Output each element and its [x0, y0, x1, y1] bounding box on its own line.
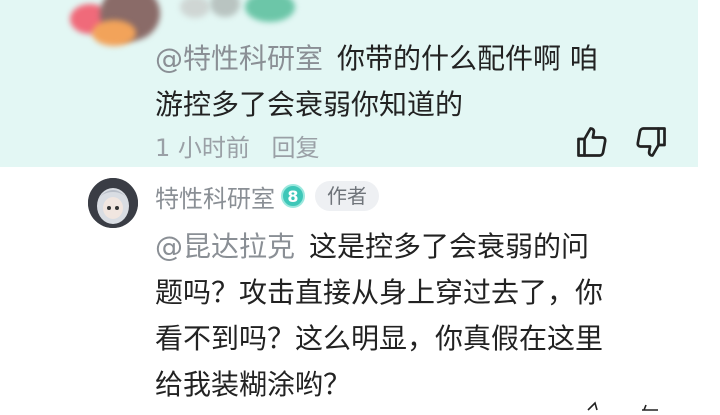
- timestamp: 1 小时前: [155, 134, 250, 162]
- reply-button[interactable]: 回复: [272, 134, 320, 162]
- comment-text-line: 这是控多了会衰弱的问: [309, 230, 590, 263]
- author-name[interactable]: 特性科研室: [155, 179, 275, 214]
- thumbs-up-icon[interactable]: [574, 124, 610, 160]
- mention-link[interactable]: @昆达拉克: [155, 230, 295, 263]
- avatar[interactable]: [88, 178, 138, 228]
- thumbs-up-icon[interactable]: [585, 396, 605, 415]
- thumbs-down-icon[interactable]: [633, 124, 669, 160]
- reply-text-line: 你带的什么配件啊 咱: [337, 42, 598, 75]
- mention-link[interactable]: @特性科研室: [155, 42, 323, 75]
- reply-text-line: 游控多了会衰弱你知道的: [155, 88, 464, 121]
- author-tag: 作者: [315, 181, 379, 211]
- reply-meta: 1 小时前 回复: [155, 128, 320, 163]
- thumbs-down-icon[interactable]: [640, 396, 660, 415]
- level-badge: 8: [281, 184, 305, 208]
- comment-text-line: 题吗？攻击直接从身上穿过去了，你: [155, 276, 604, 309]
- comment-text-line: 看不到吗？这么明显，你真假在这里: [155, 322, 604, 355]
- author-row: 特性科研室 8 作者: [155, 178, 379, 214]
- reply-content: @特性科研室 你带的什么配件啊 咱 游控多了会衰弱你知道的: [155, 36, 675, 128]
- highlighted-reply: @特性科研室 你带的什么配件啊 咱 游控多了会衰弱你知道的 1 小时前 回复: [0, 0, 698, 167]
- comment-content: @昆达拉克 这是控多了会衰弱的问 题吗？攻击直接从身上穿过去了，你 看不到吗？这么…: [155, 224, 675, 408]
